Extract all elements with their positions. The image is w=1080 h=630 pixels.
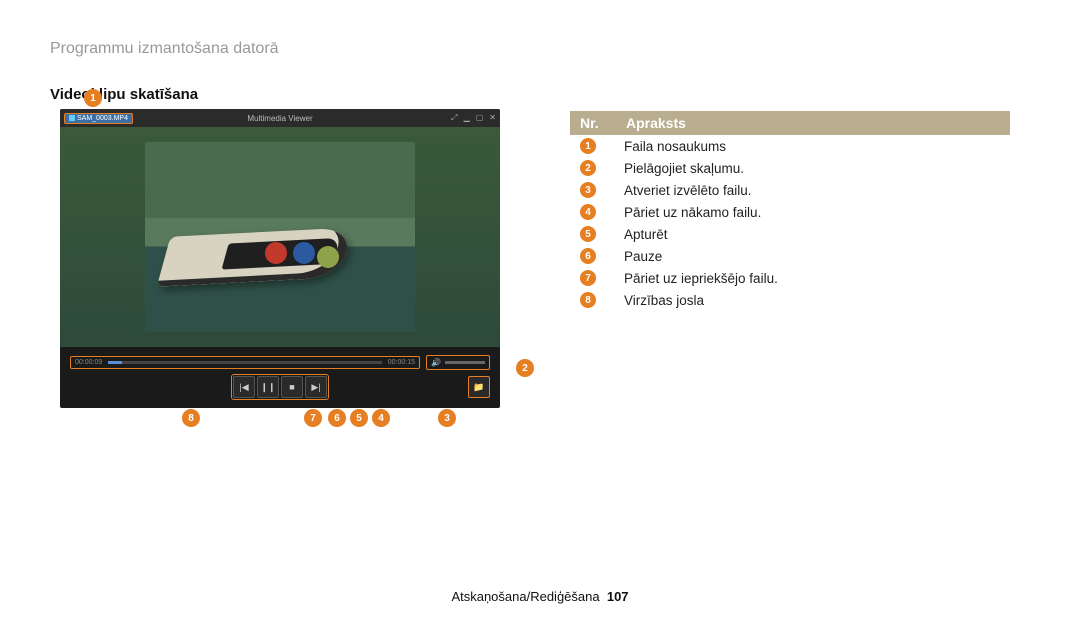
minimize-icon[interactable]: ▁ [464,113,470,123]
row-badge: 6 [580,248,596,264]
callout-8: 8 [182,409,200,427]
row-text: Atveriet izvēlēto failu. [624,183,752,198]
callout-2: 2 [516,359,534,377]
table-row: 2 Pielāgojiet skaļumu. [570,157,1010,179]
row-badge: 2 [580,160,596,176]
expand-icon[interactable]: ⤢ [451,113,457,123]
pause-button[interactable]: ❙❙ [257,376,279,398]
table-row: 7 Pāriet uz iepriekšējo failu. [570,267,1010,289]
callout-5: 5 [350,409,368,427]
volume-group[interactable]: 🔊 [426,355,490,370]
callout-4: 4 [372,409,390,427]
file-name-tab[interactable]: SAM_0003.MP4 [64,113,133,124]
table-row: 3 Atveriet izvēlēto failu. [570,179,1010,201]
row-text: Pāriet uz iepriekšējo failu. [624,271,778,286]
page-number: 107 [607,589,629,604]
app-title: Multimedia Viewer [247,114,312,123]
time-total: 00:00:15 [388,359,415,366]
section-title: Videoklipu skatīšana [50,86,1030,103]
ball-green [317,246,339,268]
row-text: Pāriet uz nākamo failu. [624,205,761,220]
row-badge: 3 [580,182,596,198]
row-badge: 5 [580,226,596,242]
callout-6: 6 [328,409,346,427]
row-text: Faila nosaukums [624,139,726,154]
multimedia-viewer-window: SAM_0003.MP4 Multimedia Viewer ⤢ ▁ ▢ ✕ [60,109,500,408]
table-row: 8 Virzības josla [570,289,1010,311]
description-table: Nr. Apraksts 1 Faila nosaukums 2 Pielāgo… [570,111,1010,311]
page-footer: Atskaņošana/Rediģēšana 107 [0,589,1080,604]
next-button[interactable]: ▶| [305,376,327,398]
volume-bar[interactable] [445,361,485,364]
speaker-icon[interactable]: 🔊 [431,358,441,367]
header-nr: Nr. [580,115,626,131]
video-still [145,142,415,332]
maximize-icon[interactable]: ▢ [476,113,484,123]
row-badge: 1 [580,138,596,154]
stop-button[interactable]: ■ [281,376,303,398]
header-desc: Apraksts [626,115,686,131]
callout-1: 1 [84,89,102,107]
table-header: Nr. Apraksts [570,111,1010,135]
table-row: 6 Pauze [570,245,1010,267]
breadcrumb: Programmu izmantošana datorā [50,40,1030,58]
table-row: 4 Pāriet uz nākamo failu. [570,201,1010,223]
video-canvas [60,127,500,347]
progress-track[interactable] [108,361,382,364]
progress-row: 00:00:09 00:00:15 🔊 [60,347,500,374]
row-text: Pielāgojiet skaļumu. [624,161,744,176]
open-file-button[interactable]: 📁 [468,376,490,398]
row-text: Pauze [624,249,662,264]
titlebar: SAM_0003.MP4 Multimedia Viewer ⤢ ▁ ▢ ✕ [60,109,500,127]
callout-7: 7 [304,409,322,427]
file-icon [69,115,75,121]
file-name-label: SAM_0003.MP4 [77,115,128,122]
viewer-figure: 1 2 3 4 5 6 7 8 SAM_0003.MP4 Multimedia … [60,109,500,408]
playback-buttons: |◀ ❙❙ ■ ▶| 📁 [60,374,500,408]
time-current: 00:00:09 [75,359,102,366]
row-text: Virzības josla [624,293,704,308]
ball-red [265,242,287,264]
footer-section: Atskaņošana/Rediģēšana [451,589,599,604]
table-row: 5 Apturēt [570,223,1010,245]
row-badge: 8 [580,292,596,308]
row-badge: 4 [580,204,596,220]
close-icon[interactable]: ✕ [489,113,496,123]
row-badge: 7 [580,270,596,286]
progress-bar-group[interactable]: 00:00:09 00:00:15 [70,356,420,369]
progress-fill [108,361,122,364]
prev-button[interactable]: |◀ [233,376,255,398]
callout-3: 3 [438,409,456,427]
ball-blue [293,242,315,264]
row-text: Apturēt [624,227,668,242]
table-row: 1 Faila nosaukums [570,135,1010,157]
